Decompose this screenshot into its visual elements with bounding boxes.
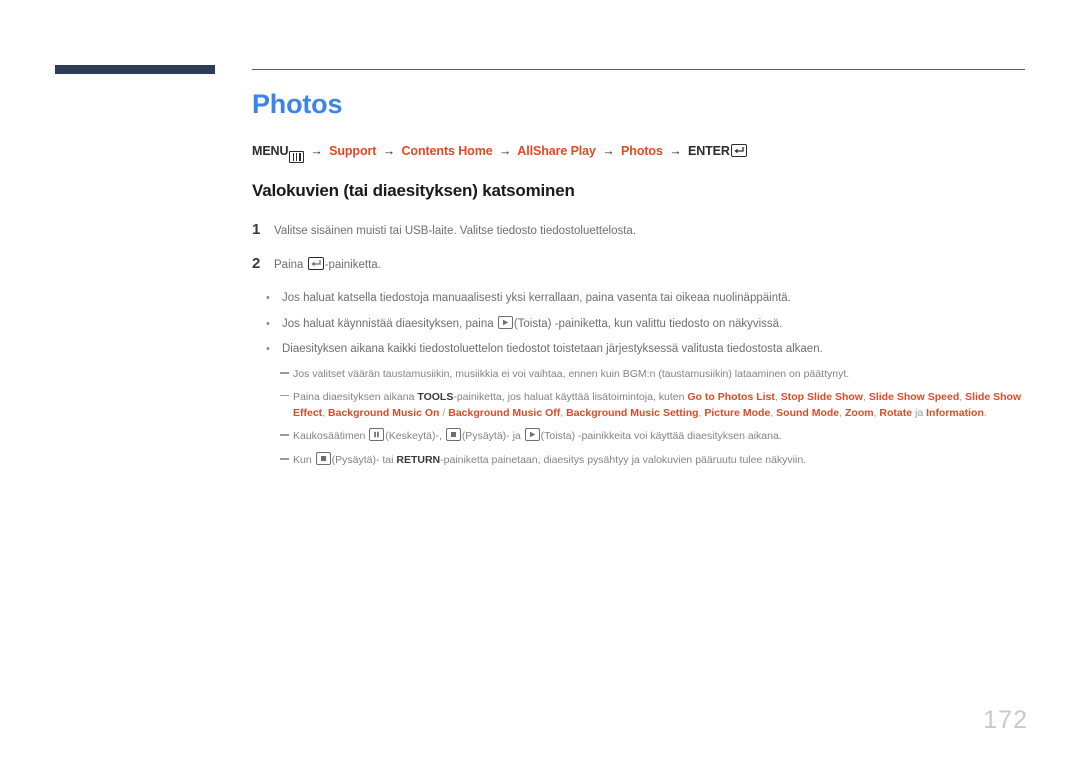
bullet-item: • Diaesityksen aikana kaikki tiedostolue… bbox=[252, 341, 1042, 358]
breadcrumb-arrow: → bbox=[382, 143, 396, 158]
note-dash-marker bbox=[280, 454, 293, 468]
step-text-before: Paina bbox=[274, 259, 307, 272]
stop-key-icon bbox=[445, 428, 461, 442]
note-text-2: -painiketta painetaan, diaesitys pysähty… bbox=[440, 454, 807, 467]
menu-option-rotate: Rotate bbox=[879, 406, 913, 419]
return-button-label: RETURN bbox=[396, 454, 441, 467]
menu-option-picture-mode: Picture Mode bbox=[704, 406, 771, 419]
note-text-end: . bbox=[983, 406, 987, 419]
note-item: Paina diaesityksen aikana TOOLS-painiket… bbox=[280, 390, 1042, 422]
header-rule bbox=[252, 69, 1025, 70]
menu-bars-icon bbox=[289, 150, 304, 163]
breadcrumb-item-contents-home[interactable]: Contents Home bbox=[402, 144, 493, 158]
menu-option-slide-show-speed: Slide Show Speed bbox=[868, 390, 960, 403]
menu-option-background-music-off: Background Music Off bbox=[448, 406, 561, 419]
menu-option-background-music-on: Background Music On bbox=[328, 406, 440, 419]
document-page: Photos MENU → Support → Contents Home → … bbox=[0, 0, 1080, 763]
step-number: 2 bbox=[252, 255, 261, 273]
note-text-before: Kaukosäätimen bbox=[293, 430, 369, 443]
note-text-1: (Keskeytä)-, bbox=[385, 430, 445, 443]
menu-option-information: Information bbox=[926, 406, 984, 419]
step-number: 1 bbox=[252, 220, 261, 238]
note-text-before: Paina diaesityksen aikana bbox=[293, 390, 418, 403]
breadcrumb: MENU → Support → Contents Home → AllShar… bbox=[252, 143, 1042, 163]
menu-option-stop-slide-show: Stop Slide Show bbox=[780, 390, 863, 403]
page-content: Photos MENU → Support → Contents Home → … bbox=[252, 89, 1042, 476]
breadcrumb-arrow: → bbox=[310, 143, 323, 158]
menu-option-background-music-setting: Background Music Setting bbox=[566, 406, 699, 419]
steps-list: 1 Valitse sisäinen muisti tai USB-laite.… bbox=[252, 221, 1042, 274]
menu-option-zoom: Zoom bbox=[845, 406, 874, 419]
play-key-icon bbox=[524, 428, 540, 442]
breadcrumb-arrow: → bbox=[602, 143, 615, 158]
play-key-icon bbox=[497, 315, 513, 329]
note-text-before: Kun bbox=[293, 454, 315, 467]
note-text: Jos valitset väärän taustamusiikin, musi… bbox=[293, 368, 850, 381]
menu-option-go-to-photos-list: Go to Photos List bbox=[687, 390, 775, 403]
page-number: 172 bbox=[983, 706, 1028, 734]
note-text: Kaukosäätimen (Keskeytä)-, (Pysäytä)- ja… bbox=[293, 428, 782, 445]
breadcrumb-item-allshare-play[interactable]: AllShare Play bbox=[517, 144, 596, 158]
separator-ja: ja bbox=[912, 406, 927, 419]
bullet-text: Diaesityksen aikana kaikki tiedostoluett… bbox=[282, 343, 823, 356]
bullet-marker: • bbox=[266, 292, 270, 305]
breadcrumb-item-photos[interactable]: Photos bbox=[621, 144, 663, 158]
page-title: Photos bbox=[252, 89, 343, 119]
note-item: Kun (Pysäytä)- tai RETURN-painiketta pai… bbox=[280, 452, 1042, 469]
notes-list: Jos valitset väärän taustamusiikin, musi… bbox=[252, 367, 1042, 469]
note-text: Kun (Pysäytä)- tai RETURN-painiketta pai… bbox=[293, 452, 806, 469]
bullet-item: • Jos haluat katsella tiedostoja manuaal… bbox=[252, 290, 1042, 307]
bullet-text-before: Jos haluat käynnistää diaesityksen, pain… bbox=[282, 317, 497, 330]
pause-key-icon bbox=[369, 428, 385, 442]
breadcrumb-arrow: → bbox=[498, 143, 512, 158]
step-text: Valitse sisäinen muisti tai USB-laite. V… bbox=[274, 224, 637, 237]
note-dash-marker bbox=[280, 430, 293, 444]
menu-option-sound-mode: Sound Mode bbox=[776, 406, 840, 419]
bullet-text: Jos haluat katsella tiedostoja manuaalis… bbox=[282, 292, 791, 305]
enter-key-icon bbox=[307, 257, 324, 271]
section-heading: Valokuvien (tai diaesityksen) katsominen bbox=[252, 180, 575, 200]
step-text-after: -painiketta. bbox=[324, 259, 381, 272]
step-item: 1 Valitse sisäinen muisti tai USB-laite.… bbox=[252, 221, 1042, 240]
breadcrumb-menu-label: MENU bbox=[252, 143, 289, 158]
note-item: Kaukosäätimen (Keskeytä)-, (Pysäytä)- ja… bbox=[280, 428, 1042, 445]
step-item: 2 Paina -painiketta. bbox=[252, 255, 1042, 274]
bullet-list: • Jos haluat katsella tiedostoja manuaal… bbox=[252, 290, 1042, 358]
bullet-marker: • bbox=[266, 343, 270, 356]
breadcrumb-enter-label: ENTER bbox=[687, 143, 730, 158]
tools-button-label: TOOLS bbox=[417, 390, 454, 403]
note-text-3: (Toista) -painikkeita voi käyttää diaesi… bbox=[540, 430, 782, 443]
breadcrumb-item-support[interactable]: Support bbox=[329, 144, 376, 158]
note-dash-marker bbox=[280, 391, 293, 405]
note-dash-marker bbox=[280, 368, 293, 382]
separator-slash: / bbox=[439, 406, 449, 419]
stop-key-icon bbox=[315, 452, 331, 466]
bullet-text-after: (Toista) -painiketta, kun valittu tiedos… bbox=[513, 317, 783, 330]
note-text-2: (Pysäytä)- ja bbox=[461, 430, 524, 443]
note-text-1: (Pysäytä)- tai bbox=[331, 454, 397, 467]
breadcrumb-arrow: → bbox=[669, 143, 682, 158]
bullet-item: • Jos haluat käynnistää diaesityksen, pa… bbox=[252, 315, 1042, 333]
bullet-text: Jos haluat käynnistää diaesityksen, pain… bbox=[282, 315, 783, 333]
enter-key-icon bbox=[730, 143, 747, 157]
header-accent-bar bbox=[55, 65, 215, 74]
step-text: Paina -painiketta. bbox=[274, 257, 381, 274]
note-text: Paina diaesityksen aikana TOOLS-painiket… bbox=[293, 390, 1042, 422]
note-item: Jos valitset väärän taustamusiikin, musi… bbox=[280, 367, 1042, 383]
note-text-mid: -painiketta, jos haluat käyttää lisätoim… bbox=[453, 390, 688, 403]
bullet-marker: • bbox=[266, 317, 270, 330]
